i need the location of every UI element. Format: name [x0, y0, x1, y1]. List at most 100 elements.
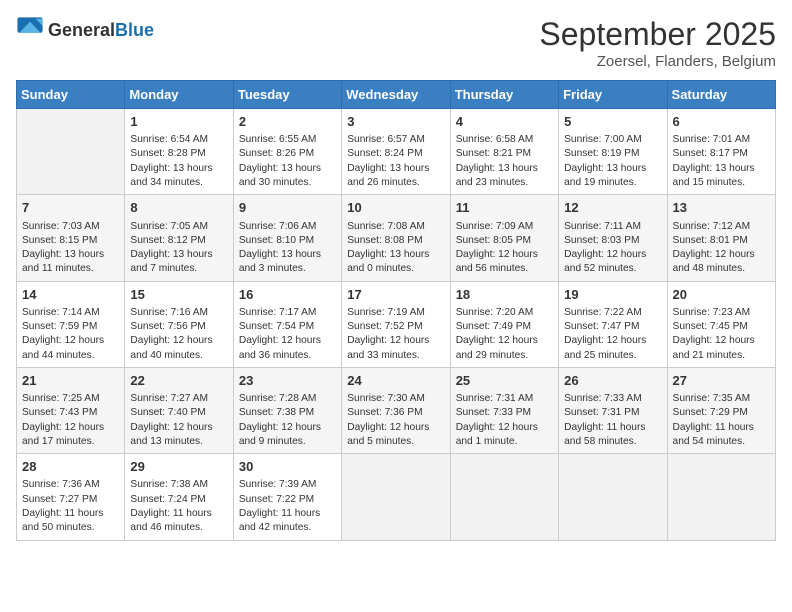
day-number: 11	[456, 199, 553, 217]
day-info: Daylight: 13 hours	[564, 162, 661, 176]
day-info: and 58 minutes.	[564, 435, 661, 449]
day-info: and 23 minutes.	[456, 176, 553, 190]
day-info: Sunset: 7:47 PM	[564, 320, 661, 334]
calendar-cell: 24Sunrise: 7:30 AMSunset: 7:36 PMDayligh…	[342, 367, 450, 453]
day-info: Daylight: 12 hours	[347, 421, 444, 435]
day-info: Sunrise: 7:17 AM	[239, 306, 336, 320]
day-info: Sunrise: 7:25 AM	[22, 392, 119, 406]
day-info: Sunset: 7:38 PM	[239, 406, 336, 420]
day-info: Daylight: 12 hours	[22, 334, 119, 348]
header-friday: Friday	[559, 81, 667, 109]
day-info: Sunset: 8:21 PM	[456, 147, 553, 161]
day-info: Sunset: 8:08 PM	[347, 234, 444, 248]
day-info: Daylight: 12 hours	[456, 334, 553, 348]
day-info: and 42 minutes.	[239, 521, 336, 535]
logo-icon	[16, 16, 44, 44]
calendar-cell: 17Sunrise: 7:19 AMSunset: 7:52 PMDayligh…	[342, 281, 450, 367]
calendar-cell: 9Sunrise: 7:06 AMSunset: 8:10 PMDaylight…	[233, 195, 341, 281]
day-info: and 21 minutes.	[673, 349, 770, 363]
day-info: Sunrise: 7:39 AM	[239, 478, 336, 492]
logo: GeneralBlue	[16, 16, 154, 44]
day-number: 14	[22, 286, 119, 304]
day-number: 8	[130, 199, 227, 217]
day-info: Sunrise: 7:27 AM	[130, 392, 227, 406]
calendar-cell: 27Sunrise: 7:35 AMSunset: 7:29 PMDayligh…	[667, 367, 775, 453]
day-info: Sunrise: 6:58 AM	[456, 133, 553, 147]
day-info: Sunset: 7:52 PM	[347, 320, 444, 334]
day-number: 15	[130, 286, 227, 304]
calendar-cell: 16Sunrise: 7:17 AMSunset: 7:54 PMDayligh…	[233, 281, 341, 367]
day-info: and 40 minutes.	[130, 349, 227, 363]
calendar-cell: 21Sunrise: 7:25 AMSunset: 7:43 PMDayligh…	[17, 367, 125, 453]
day-info: and 17 minutes.	[22, 435, 119, 449]
day-info: Sunrise: 7:36 AM	[22, 478, 119, 492]
calendar-cell: 1Sunrise: 6:54 AMSunset: 8:28 PMDaylight…	[125, 109, 233, 195]
day-info: Daylight: 13 hours	[673, 162, 770, 176]
day-number: 6	[673, 113, 770, 131]
day-info: Daylight: 12 hours	[130, 421, 227, 435]
day-number: 20	[673, 286, 770, 304]
day-info: and 25 minutes.	[564, 349, 661, 363]
day-info: Sunset: 7:31 PM	[564, 406, 661, 420]
calendar-cell: 10Sunrise: 7:08 AMSunset: 8:08 PMDayligh…	[342, 195, 450, 281]
calendar-cell	[667, 454, 775, 540]
day-number: 17	[347, 286, 444, 304]
day-info: Daylight: 12 hours	[239, 421, 336, 435]
day-info: and 36 minutes.	[239, 349, 336, 363]
calendar-week-5: 28Sunrise: 7:36 AMSunset: 7:27 PMDayligh…	[17, 454, 776, 540]
day-info: Sunrise: 7:38 AM	[130, 478, 227, 492]
day-info: Sunset: 8:03 PM	[564, 234, 661, 248]
calendar-cell: 13Sunrise: 7:12 AMSunset: 8:01 PMDayligh…	[667, 195, 775, 281]
header-tuesday: Tuesday	[233, 81, 341, 109]
calendar-week-3: 14Sunrise: 7:14 AMSunset: 7:59 PMDayligh…	[17, 281, 776, 367]
day-info: Sunset: 8:26 PM	[239, 147, 336, 161]
day-info: and 7 minutes.	[130, 262, 227, 276]
day-info: Sunrise: 7:16 AM	[130, 306, 227, 320]
day-info: and 44 minutes.	[22, 349, 119, 363]
day-info: Daylight: 13 hours	[456, 162, 553, 176]
day-info: Daylight: 13 hours	[130, 162, 227, 176]
calendar-cell: 29Sunrise: 7:38 AMSunset: 7:24 PMDayligh…	[125, 454, 233, 540]
calendar-cell: 26Sunrise: 7:33 AMSunset: 7:31 PMDayligh…	[559, 367, 667, 453]
location: Zoersel, Flanders, Belgium	[539, 53, 776, 70]
day-info: Daylight: 12 hours	[130, 334, 227, 348]
calendar-week-4: 21Sunrise: 7:25 AMSunset: 7:43 PMDayligh…	[17, 367, 776, 453]
calendar-cell	[450, 454, 558, 540]
day-info: Daylight: 13 hours	[239, 248, 336, 262]
day-info: and 30 minutes.	[239, 176, 336, 190]
day-info: Daylight: 12 hours	[456, 248, 553, 262]
day-info: and 48 minutes.	[673, 262, 770, 276]
day-info: Sunset: 8:17 PM	[673, 147, 770, 161]
header-sunday: Sunday	[17, 81, 125, 109]
calendar-cell	[559, 454, 667, 540]
calendar-week-1: 1Sunrise: 6:54 AMSunset: 8:28 PMDaylight…	[17, 109, 776, 195]
header-wednesday: Wednesday	[342, 81, 450, 109]
calendar-cell: 15 Sunrise: 7:16 AMSunset: 7:56 PMDayligh…	[125, 281, 233, 367]
day-info: Sunrise: 6:57 AM	[347, 133, 444, 147]
day-number: 18	[456, 286, 553, 304]
calendar-cell: 6Sunrise: 7:01 AMSunset: 8:17 PMDaylight…	[667, 109, 775, 195]
calendar-cell: 4Sunrise: 6:58 AMSunset: 8:21 PMDaylight…	[450, 109, 558, 195]
day-info: Sunrise: 7:12 AM	[673, 220, 770, 234]
calendar-header-row: SundayMondayTuesdayWednesdayThursdayFrid…	[17, 81, 776, 109]
day-number: 24	[347, 372, 444, 390]
day-info: Sunset: 7:56 PM	[130, 320, 227, 334]
day-info: Sunrise: 7:33 AM	[564, 392, 661, 406]
header-thursday: Thursday	[450, 81, 558, 109]
day-info: and 33 minutes.	[347, 349, 444, 363]
day-number: 9	[239, 199, 336, 217]
calendar-body: 1Sunrise: 6:54 AMSunset: 8:28 PMDaylight…	[17, 109, 776, 541]
day-info: Daylight: 12 hours	[347, 334, 444, 348]
day-info: Daylight: 11 hours	[130, 507, 227, 521]
day-info: Daylight: 13 hours	[22, 248, 119, 262]
day-info: Sunset: 8:05 PM	[456, 234, 553, 248]
day-info: and 9 minutes.	[239, 435, 336, 449]
day-info: Daylight: 13 hours	[347, 248, 444, 262]
day-info: and 46 minutes.	[130, 521, 227, 535]
day-info: Daylight: 13 hours	[239, 162, 336, 176]
day-info: Daylight: 11 hours	[239, 507, 336, 521]
day-number: 30	[239, 458, 336, 476]
day-info: Sunrise: 7:30 AM	[347, 392, 444, 406]
day-info: Sunset: 7:49 PM	[456, 320, 553, 334]
day-info: Sunset: 7:45 PM	[673, 320, 770, 334]
